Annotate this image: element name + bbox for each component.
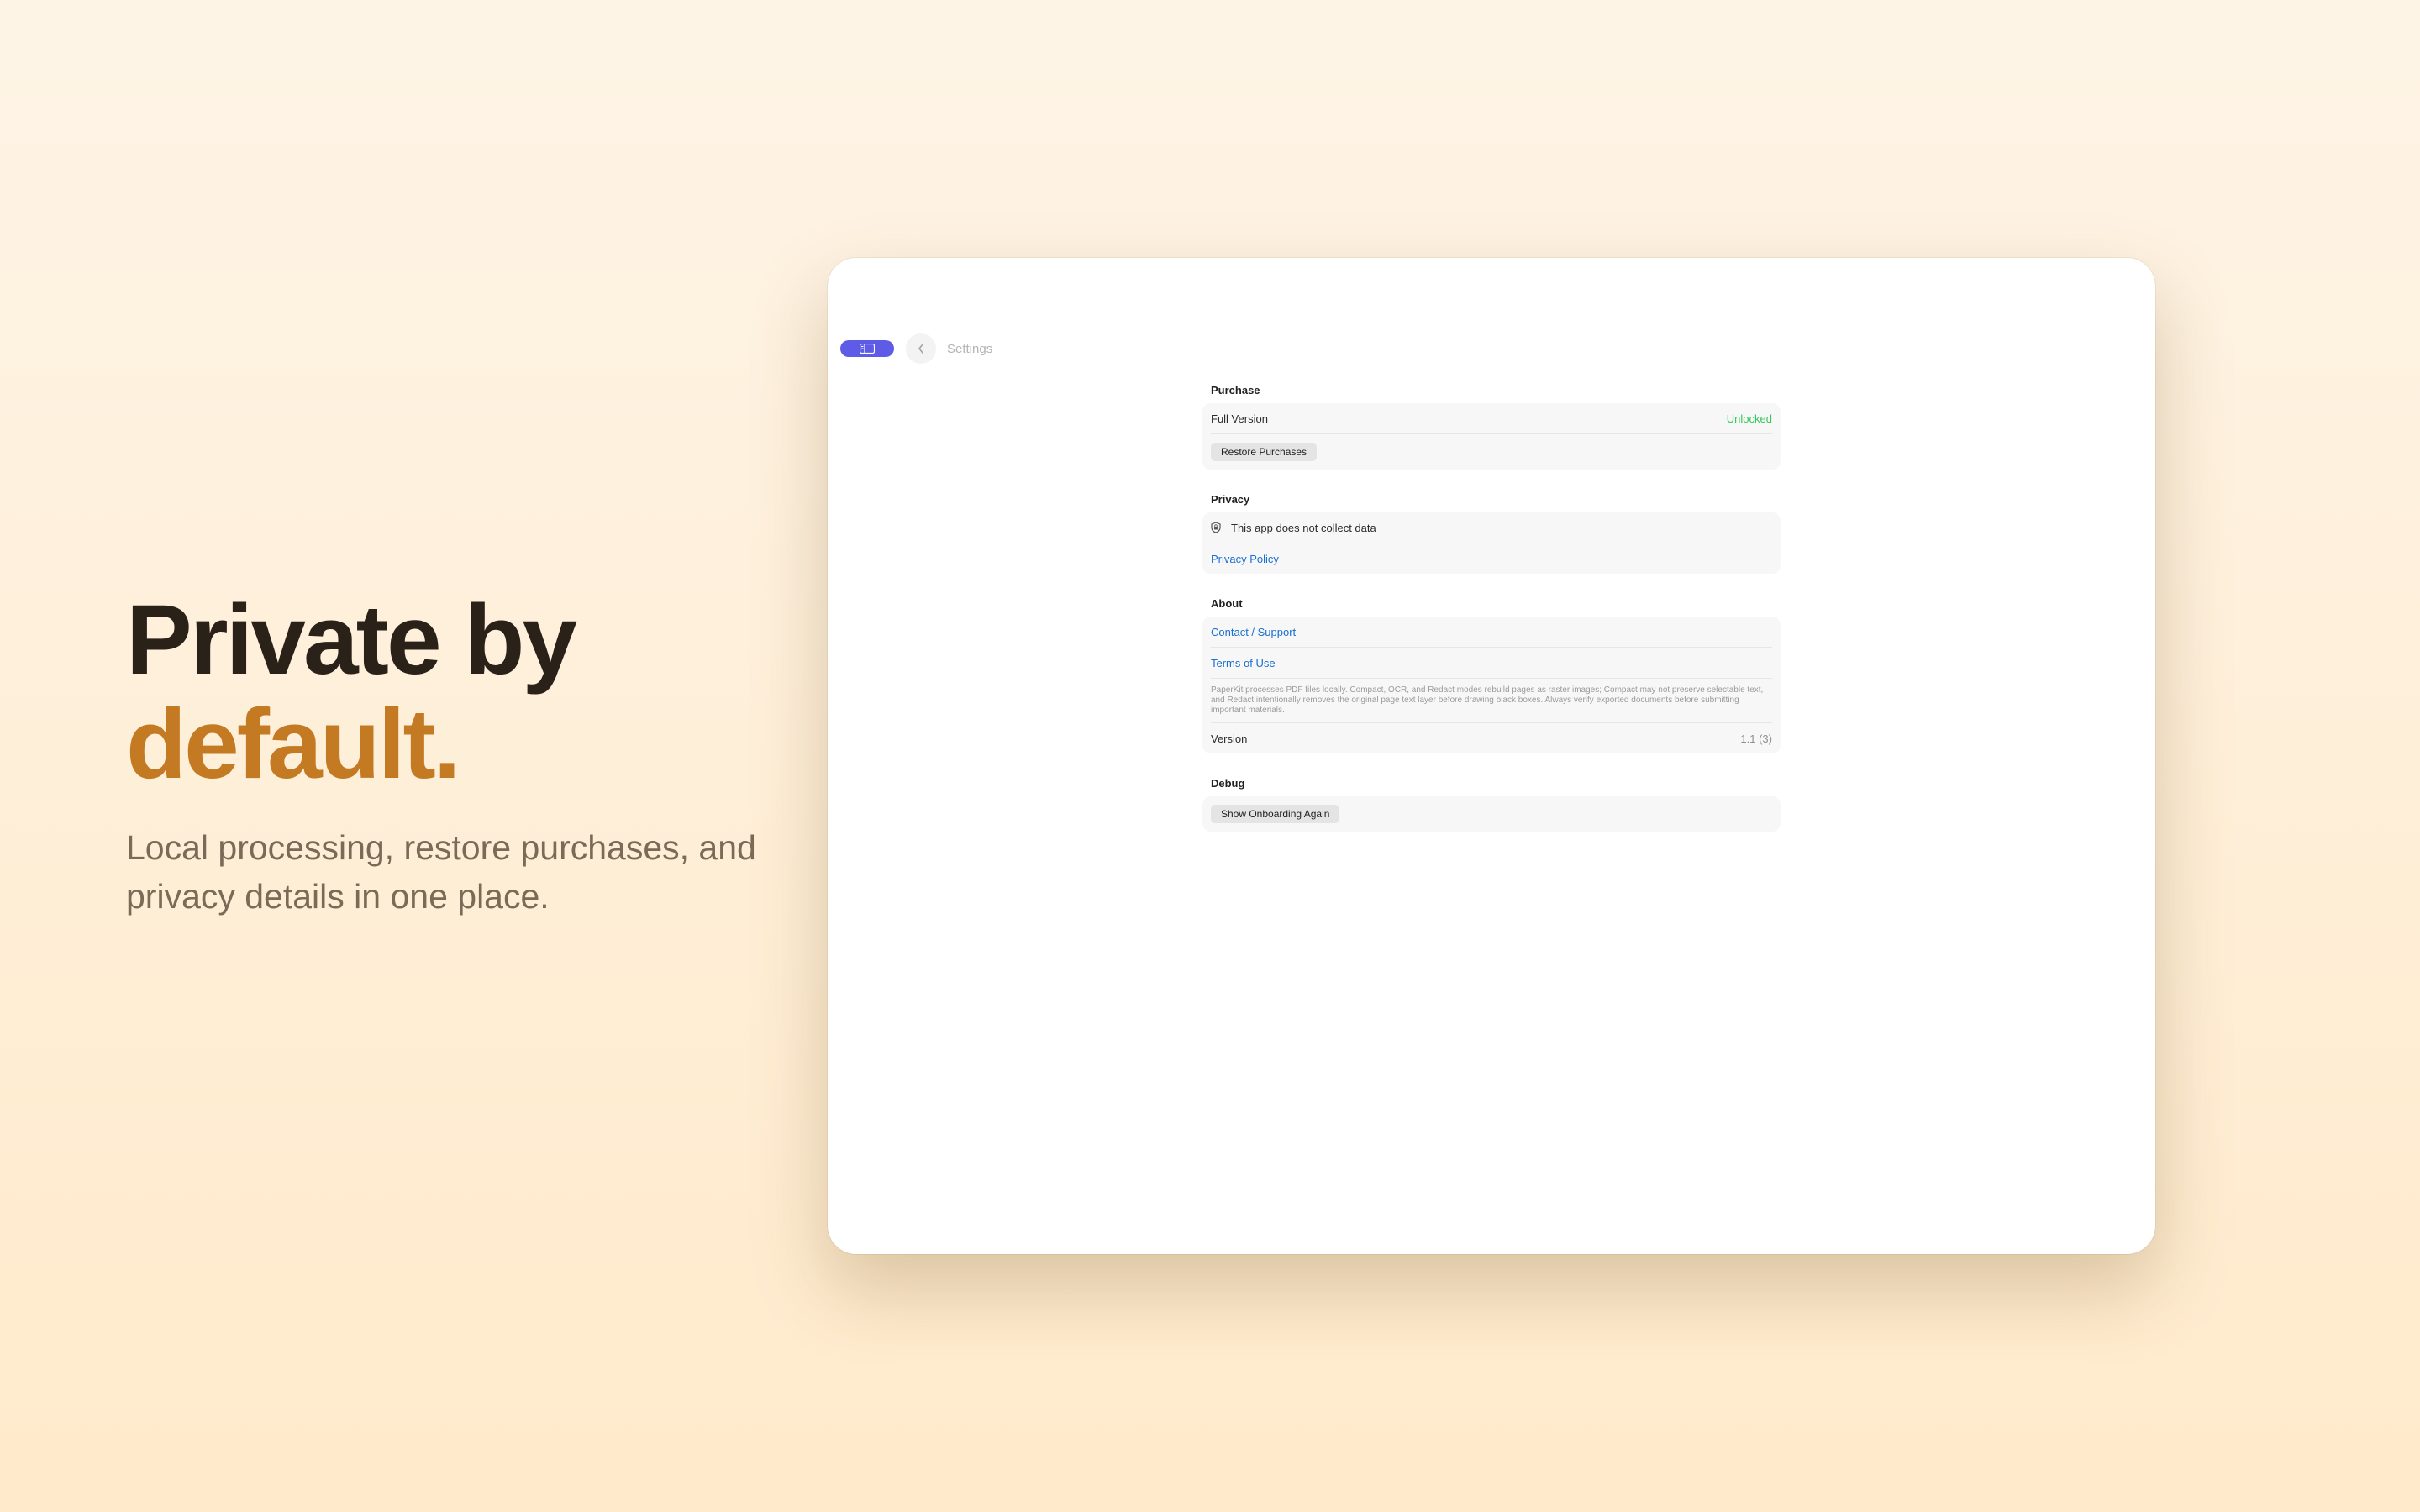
- headline-line-2: default.: [126, 689, 461, 800]
- about-group: Contact / Support Terms of Use PaperKit …: [1202, 617, 1781, 753]
- debug-group: Show Onboarding Again: [1202, 796, 1781, 832]
- privacy-group: This app does not collect data Privacy P…: [1202, 512, 1781, 574]
- full-version-label: Full Version: [1211, 412, 1268, 425]
- settings-content: Purchase Full Version Unlocked Restore P…: [1202, 384, 1781, 855]
- terms-row[interactable]: Terms of Use: [1211, 648, 1772, 679]
- restore-row: Restore Purchases: [1211, 434, 1772, 470]
- sidebar-toggle-button[interactable]: [840, 340, 894, 357]
- data-statement-row: This app does not collect data: [1211, 512, 1772, 543]
- version-label: Version: [1211, 732, 1248, 745]
- marketing-subtitle: Local processing, restore purchases, and…: [126, 828, 756, 916]
- full-version-row: Full Version Unlocked: [1211, 403, 1772, 434]
- data-statement-text: This app does not collect data: [1231, 521, 1376, 534]
- restore-purchases-button[interactable]: Restore Purchases: [1211, 443, 1318, 461]
- contact-row[interactable]: Contact / Support: [1211, 617, 1772, 648]
- contact-support-link[interactable]: Contact / Support: [1211, 626, 1296, 638]
- onboarding-row: Show Onboarding Again: [1211, 796, 1772, 832]
- app-window: Settings Purchase Full Version Unlocked …: [828, 258, 2155, 1254]
- sidebar-icon: [860, 344, 875, 354]
- purchase-group: Full Version Unlocked Restore Purchases: [1202, 403, 1781, 470]
- section-header-privacy: Privacy: [1211, 493, 1250, 506]
- full-version-status: Unlocked: [1726, 412, 1772, 425]
- section-header-about: About: [1211, 597, 1243, 610]
- section-header-purchase: Purchase: [1211, 384, 1260, 396]
- privacy-policy-link[interactable]: Privacy Policy: [1211, 553, 1279, 565]
- privacy-policy-row[interactable]: Privacy Policy: [1211, 543, 1772, 574]
- section-header-debug: Debug: [1211, 777, 1245, 790]
- back-button[interactable]: [906, 333, 936, 364]
- headline-line-1: Private by: [126, 585, 577, 696]
- disclaimer-text: PaperKit processes PDF files locally. Co…: [1211, 685, 1764, 715]
- disclaimer-row: PaperKit processes PDF files locally. Co…: [1211, 679, 1772, 723]
- version-row: Version 1.1 (3): [1211, 723, 1772, 753]
- show-onboarding-button[interactable]: Show Onboarding Again: [1211, 805, 1340, 823]
- terms-of-use-link[interactable]: Terms of Use: [1211, 657, 1276, 669]
- nav-title: Settings: [947, 341, 993, 356]
- lock-shield-icon: [1211, 522, 1221, 533]
- version-value: 1.1 (3): [1740, 732, 1772, 745]
- toolbar: Settings: [840, 333, 992, 364]
- chevron-left-icon: [918, 344, 923, 354]
- marketing-headline: Private by default.: [126, 585, 577, 800]
